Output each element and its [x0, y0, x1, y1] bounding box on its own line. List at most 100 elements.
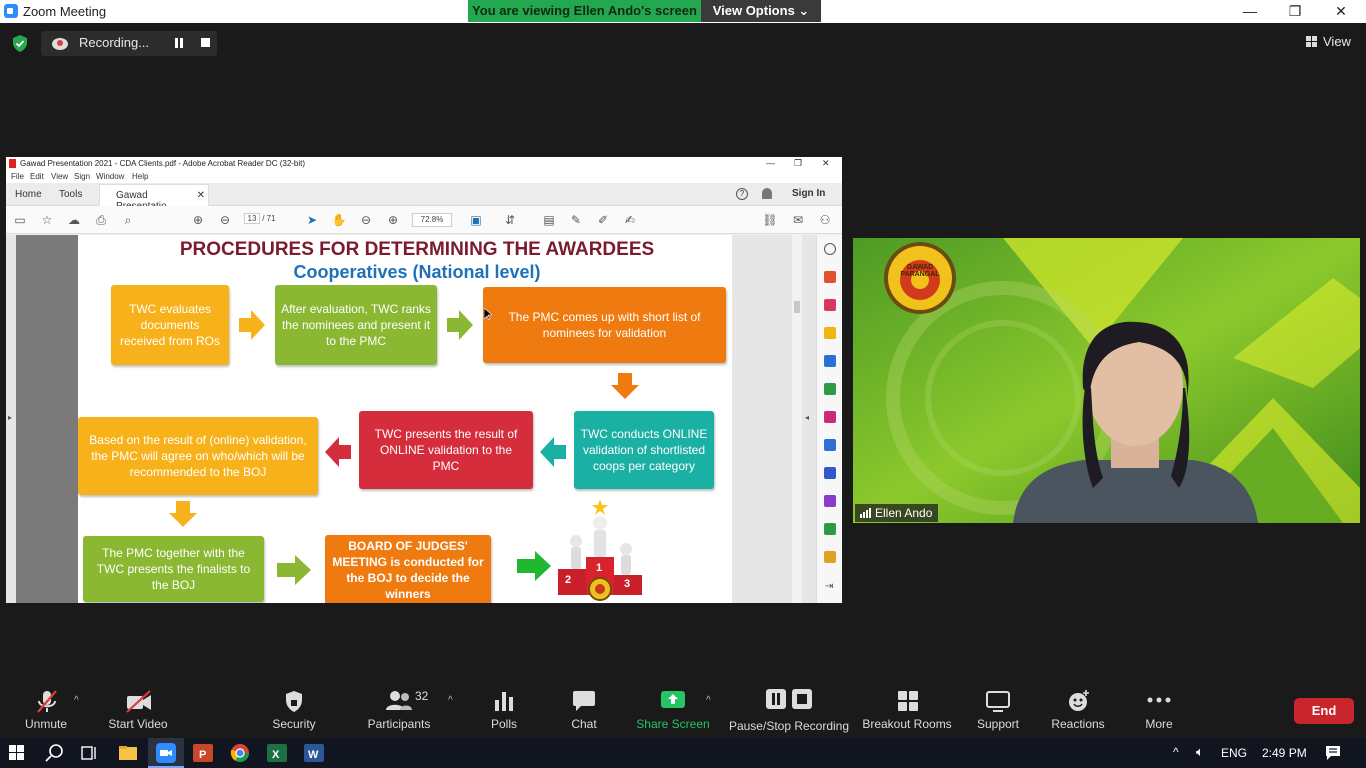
- help-icon[interactable]: ?: [736, 188, 748, 200]
- menu-sign[interactable]: Sign: [74, 172, 90, 181]
- pause-stop-recording-button[interactable]: Pause/Stop Recording: [728, 683, 850, 738]
- add-user-icon[interactable]: ⚇: [817, 212, 833, 228]
- breakout-rooms-button[interactable]: Breakout Rooms: [862, 683, 952, 738]
- scrollbar-thumb[interactable]: [794, 301, 800, 313]
- encryption-shield-icon[interactable]: [12, 35, 28, 52]
- zoom-logo-icon: [4, 4, 18, 18]
- upload-cloud-icon[interactable]: ☁: [66, 212, 82, 228]
- stop-recording-icon[interactable]: [201, 38, 210, 47]
- participants-caret-icon[interactable]: ^: [448, 695, 453, 706]
- mouse-cursor-icon: [484, 308, 492, 320]
- maximize-button[interactable]: ❐: [1272, 0, 1318, 23]
- zoom-out-icon[interactable]: ⊖: [358, 212, 374, 228]
- search-icon[interactable]: [45, 743, 65, 763]
- reactions-button[interactable]: Reactions: [1050, 683, 1106, 738]
- rail-create-pdf-icon[interactable]: [824, 299, 836, 311]
- page-number-field[interactable]: 13 / 71: [244, 213, 284, 227]
- volume-icon[interactable]: 🔈︎: [1196, 744, 1204, 760]
- rail-scan-icon[interactable]: [824, 523, 836, 535]
- collapse-left-icon[interactable]: ▸: [8, 413, 12, 422]
- unmute-button[interactable]: Unmute: [18, 683, 74, 738]
- security-button[interactable]: Security: [266, 683, 322, 738]
- acrobat-restore-icon[interactable]: ❐: [794, 158, 802, 169]
- print-icon[interactable]: ⎙: [93, 212, 109, 228]
- rail-collapse-icon[interactable]: ⇥: [825, 581, 833, 592]
- page-fit-icon[interactable]: ▣: [468, 212, 484, 228]
- menu-window[interactable]: Window: [96, 172, 124, 181]
- more-button[interactable]: More: [1138, 683, 1180, 738]
- start-video-button[interactable]: Start Video: [104, 683, 172, 738]
- start-icon[interactable]: [9, 745, 29, 765]
- participant-video-tile[interactable]: GAWAD PARANGAL: [853, 238, 1360, 523]
- support-button[interactable]: Support: [972, 683, 1024, 738]
- notification-bell-icon[interactable]: [762, 188, 772, 199]
- email-icon[interactable]: ✉: [790, 212, 806, 228]
- share-options-caret-icon[interactable]: ^: [706, 695, 711, 706]
- rail-protect-icon[interactable]: [824, 467, 836, 479]
- participants-button[interactable]: 32 Participants: [362, 683, 436, 738]
- acrobat-close-icon[interactable]: ✕: [822, 158, 830, 169]
- share-screen-button[interactable]: Share Screen: [636, 683, 710, 738]
- hand-tool-icon[interactable]: ✋: [331, 212, 347, 228]
- zoom-level-select[interactable]: 72.8%: [412, 213, 452, 227]
- notifications-icon[interactable]: [1325, 745, 1341, 761]
- shared-screen-acrobat[interactable]: Gawad Presentation 2021 - CDA Clients.pd…: [6, 157, 842, 603]
- rail-comment-icon[interactable]: [824, 327, 836, 339]
- draw-icon[interactable]: ✐: [595, 212, 611, 228]
- menu-help[interactable]: Help: [132, 172, 148, 181]
- audio-options-caret-icon[interactable]: ^: [74, 695, 79, 706]
- minimize-button[interactable]: —: [1227, 0, 1273, 23]
- bookmark-star-icon[interactable]: ☆: [39, 212, 55, 228]
- find-icon[interactable]: ⌕: [120, 212, 136, 228]
- menu-edit[interactable]: Edit: [30, 172, 44, 181]
- save-icon[interactable]: ▭: [12, 212, 28, 228]
- menu-file[interactable]: File: [11, 172, 24, 181]
- view-options-button[interactable]: View Options ⌄: [701, 0, 821, 22]
- view-button[interactable]: View: [1306, 34, 1351, 49]
- clock[interactable]: 2:49 PM: [1262, 746, 1307, 760]
- tab-tools[interactable]: Tools: [59, 189, 82, 200]
- polls-button[interactable]: Polls: [484, 683, 524, 738]
- collapse-right-icon[interactable]: ◂: [805, 413, 809, 422]
- share-link-icon[interactable]: ⛓: [762, 212, 778, 228]
- tray-chevron-icon[interactable]: ^: [1173, 745, 1179, 759]
- highlight-pen-icon[interactable]: ✎: [568, 212, 584, 228]
- excel-icon[interactable]: X: [267, 743, 287, 763]
- vertical-scrollbar[interactable]: [792, 235, 802, 603]
- language-indicator[interactable]: ENG: [1221, 746, 1247, 760]
- chat-button[interactable]: Chat: [564, 683, 604, 738]
- rail-search-icon[interactable]: [824, 243, 836, 255]
- rail-export-pdf-icon[interactable]: [824, 271, 836, 283]
- file-explorer-icon[interactable]: [118, 743, 138, 763]
- rail-edit-icon[interactable]: [824, 495, 836, 507]
- tab-close-icon[interactable]: ✕: [197, 190, 205, 201]
- word-icon[interactable]: W: [304, 743, 324, 763]
- scroll-mode-icon[interactable]: ⇵: [502, 212, 518, 228]
- select-cursor-icon[interactable]: ➤: [304, 212, 320, 228]
- menu-view[interactable]: View: [51, 172, 68, 181]
- acrobat-minimize-icon[interactable]: —: [766, 158, 775, 168]
- page-up-icon[interactable]: ⊕: [190, 212, 206, 228]
- rail-combine-icon[interactable]: [824, 355, 836, 367]
- comment-icon[interactable]: ▤: [541, 212, 557, 228]
- chrome-icon[interactable]: [230, 743, 250, 763]
- task-view-icon[interactable]: [80, 743, 100, 763]
- rail-send-icon[interactable]: [824, 439, 836, 451]
- tab-document[interactable]: Gawad Presentatio... ✕: [99, 184, 209, 212]
- end-meeting-button[interactable]: End: [1294, 698, 1354, 724]
- zoom-in-icon[interactable]: ⊕: [385, 212, 401, 228]
- recording-cloud-icon: [52, 38, 68, 50]
- document-viewport[interactable]: PROCEDURES FOR DETERMINING THE AWARDEES …: [6, 235, 842, 603]
- sign-in-link[interactable]: Sign In: [792, 188, 825, 199]
- pause-recording-icon[interactable]: [174, 38, 184, 48]
- rail-organize-icon[interactable]: [824, 383, 836, 395]
- rail-more-icon[interactable]: [824, 551, 836, 563]
- tab-home[interactable]: Home: [15, 189, 42, 200]
- fill-sign-icon[interactable]: ✍: [622, 212, 638, 228]
- page-current[interactable]: 13: [244, 213, 260, 224]
- powerpoint-icon[interactable]: P: [193, 743, 213, 763]
- page-down-icon[interactable]: ⊖: [217, 212, 233, 228]
- close-window-button[interactable]: ✕: [1318, 0, 1364, 23]
- zoom-app-taskbar-item[interactable]: [148, 738, 184, 768]
- rail-fill-sign-icon[interactable]: [824, 411, 836, 423]
